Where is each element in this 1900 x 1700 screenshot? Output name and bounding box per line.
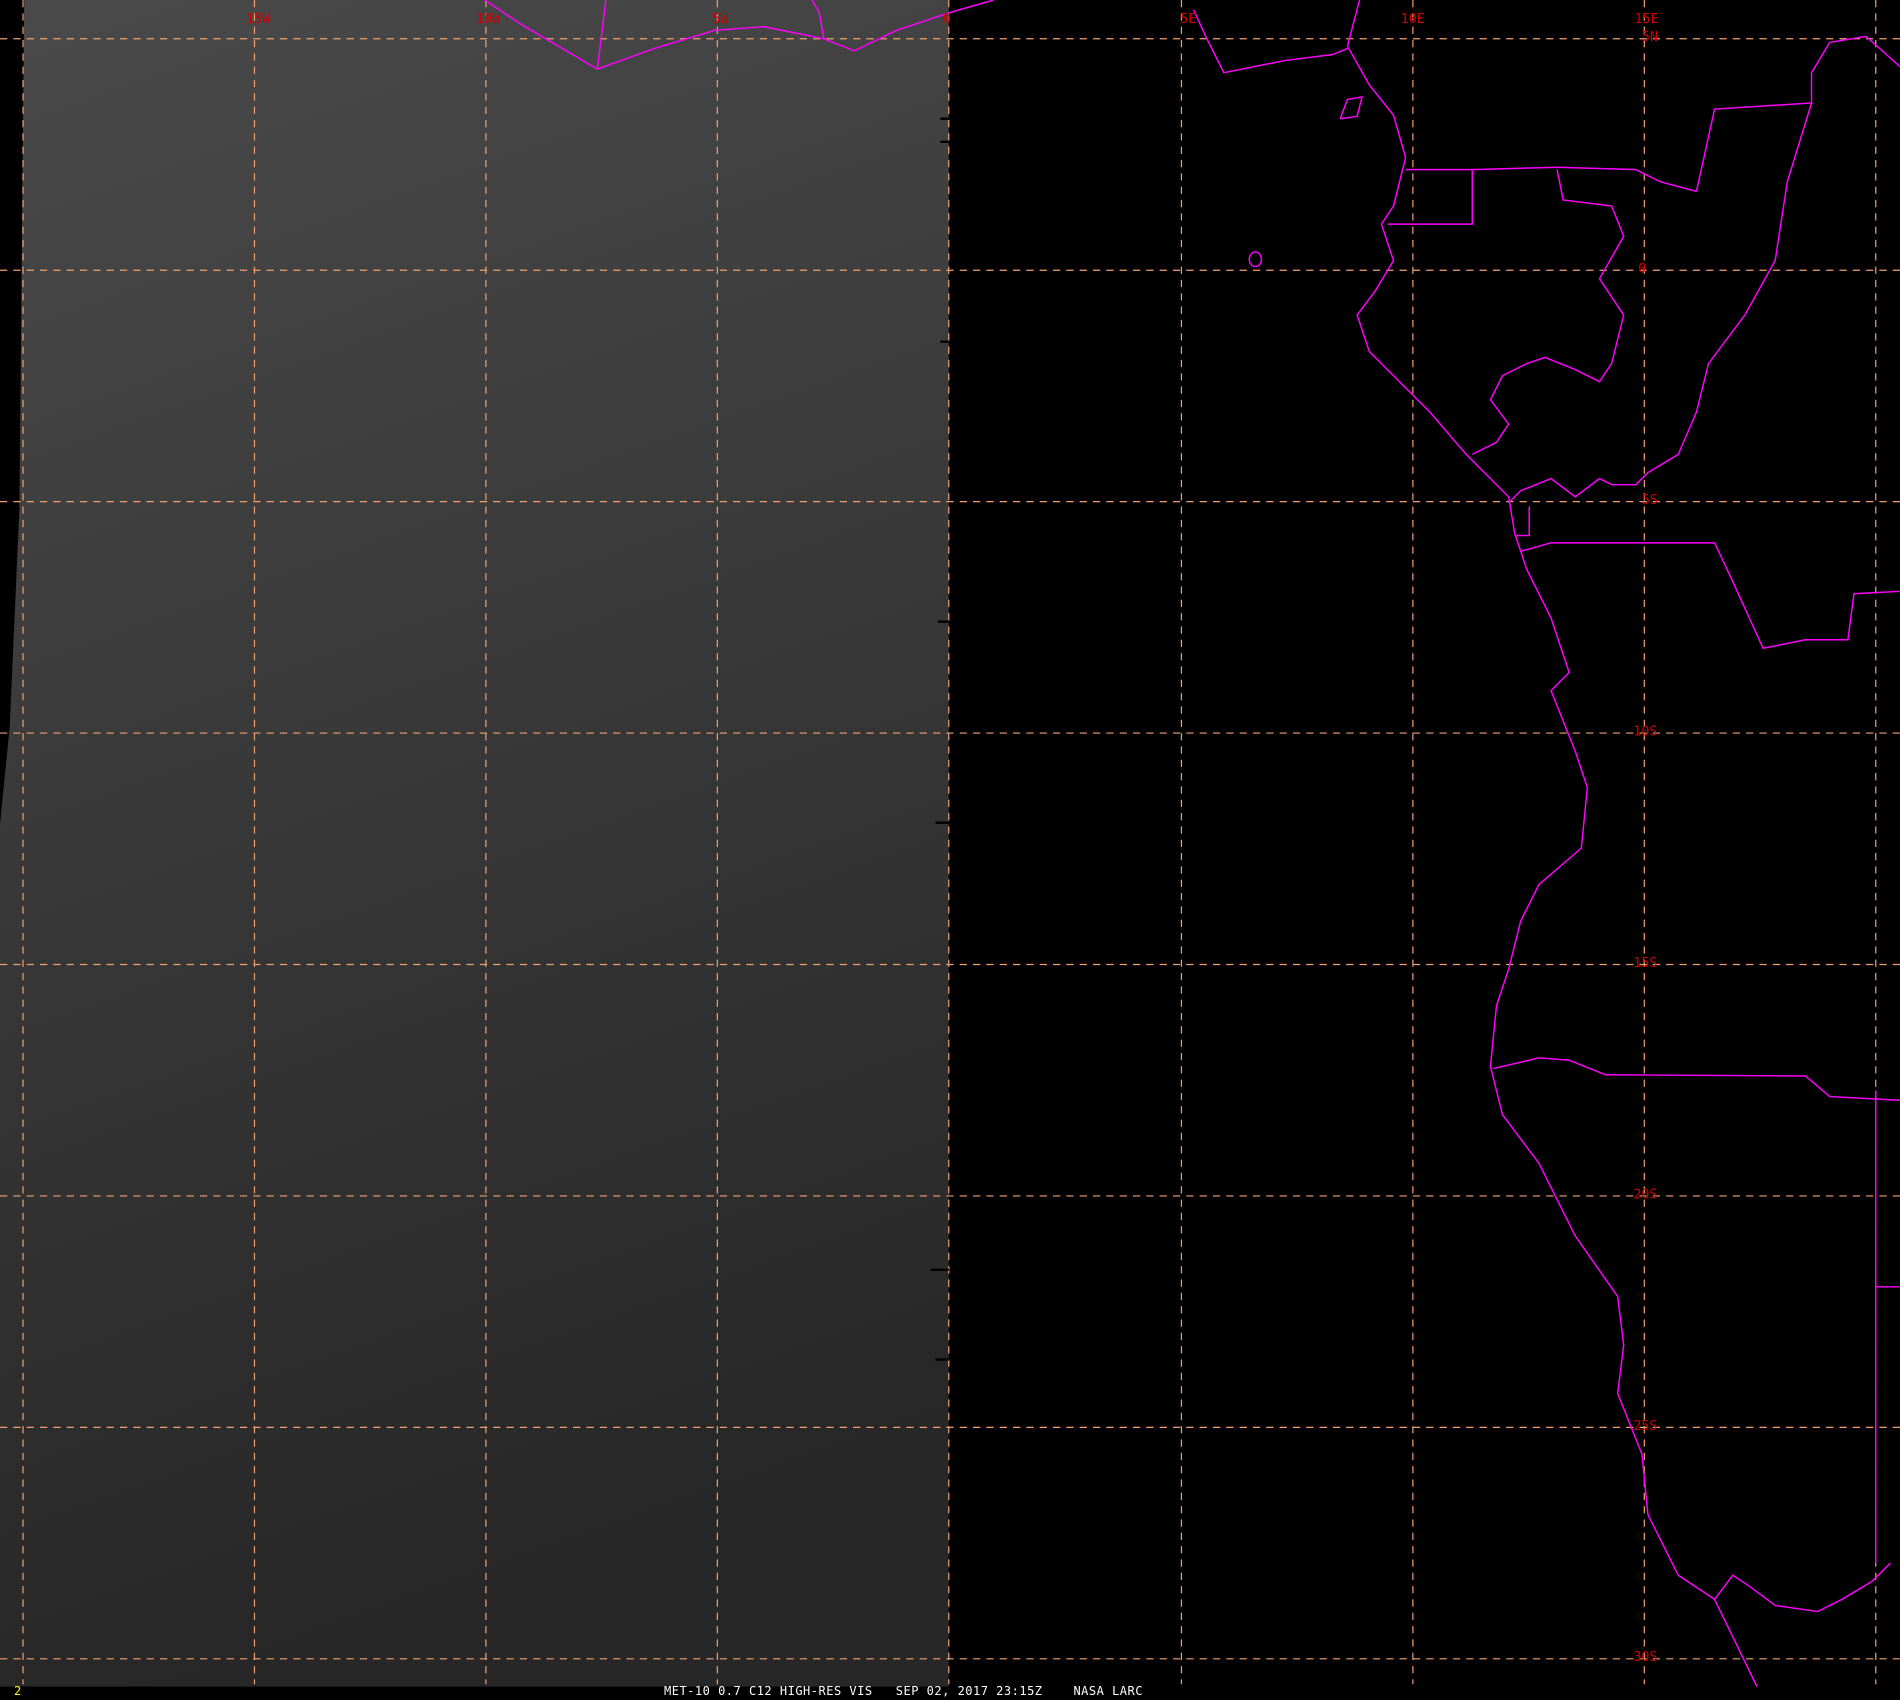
lon-label: 5W bbox=[713, 12, 730, 27]
lat-label: 15S bbox=[1633, 956, 1657, 971]
satellite-image-viewer: 15W 10W 5W 0 5E 10E 15E 5N 0 5S 10S 15S … bbox=[0, 0, 1900, 1700]
caption-bar: 2 MET-10 0.7 C12 HIGH-RES VIS SEP 02, 20… bbox=[0, 1684, 1900, 1700]
lat-label: 25S bbox=[1633, 1419, 1657, 1434]
latitude-labels: 5N 0 5S 10S 15S 20S 25S 30S bbox=[1633, 30, 1658, 1665]
image-caption: MET-10 0.7 C12 HIGH-RES VIS SEP 02, 2017… bbox=[664, 1684, 1143, 1698]
lon-label: 10E bbox=[1401, 12, 1425, 27]
image-datetime: SEP 02, 2017 23:15Z bbox=[895, 1684, 1043, 1698]
frame-number: 2 bbox=[14, 1684, 22, 1698]
lat-label: 5N bbox=[1642, 30, 1658, 45]
lat-label: 0 bbox=[1638, 262, 1646, 277]
lat-label: 5S bbox=[1642, 493, 1658, 508]
lon-label: 10W bbox=[476, 12, 501, 27]
map-canvas: 15W 10W 5W 0 5E 10E 15E 5N 0 5S 10S 15S … bbox=[0, 0, 1900, 1687]
lon-label: 0 bbox=[943, 12, 951, 27]
product-name: MET-10 0.7 C12 HIGH-RES VIS bbox=[664, 1684, 873, 1698]
lat-label: 30S bbox=[1633, 1650, 1657, 1665]
lat-label: 10S bbox=[1633, 724, 1657, 739]
daylight-image-region bbox=[0, 0, 949, 1687]
lon-label: 5E bbox=[1180, 12, 1196, 27]
lon-label: 15E bbox=[1635, 12, 1659, 27]
lat-label: 20S bbox=[1633, 1187, 1657, 1202]
lon-label: 15W bbox=[246, 12, 271, 27]
data-source: NASA LARC bbox=[1073, 1684, 1143, 1698]
